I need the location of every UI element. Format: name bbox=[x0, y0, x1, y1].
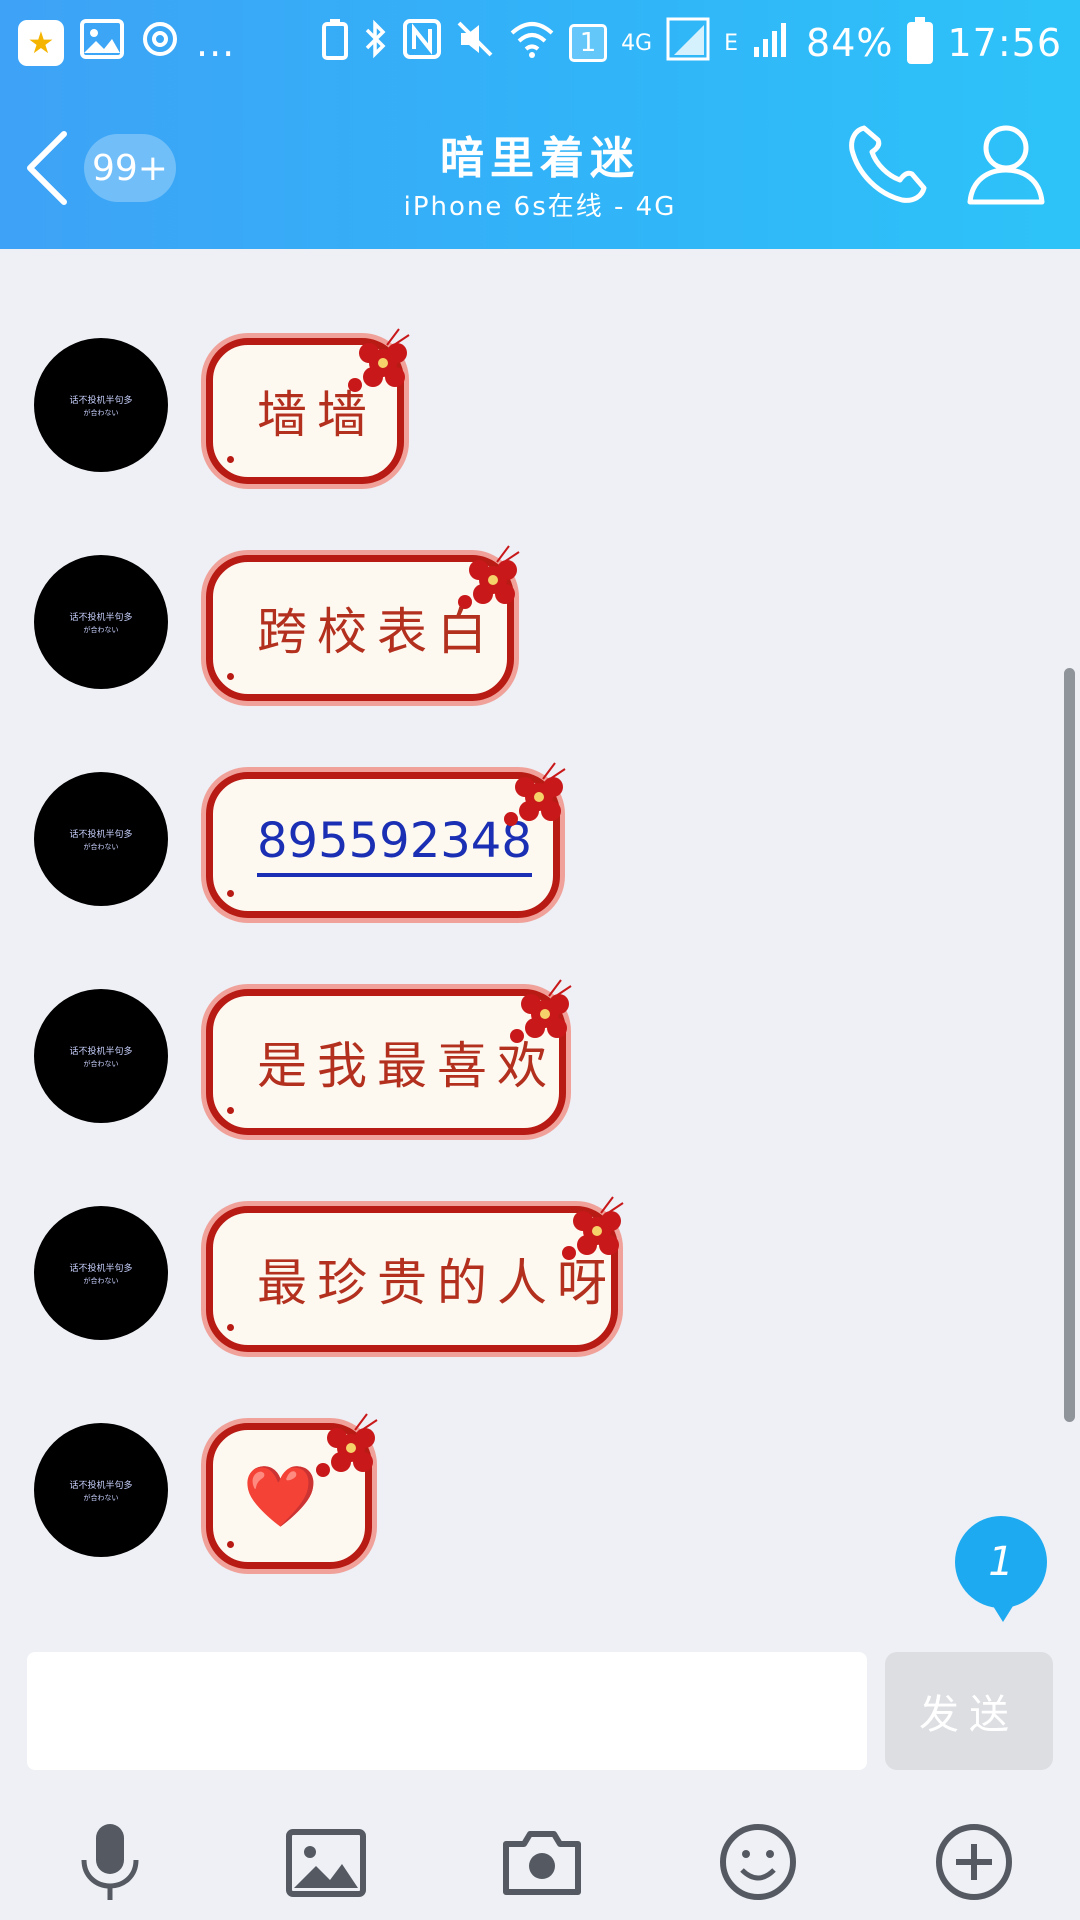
new-message-bubble[interactable]: 1 bbox=[955, 1516, 1047, 1622]
message-row: 话不投机半句多 が合わない 墙墙 bbox=[0, 328, 1080, 498]
message-row: 话不投机半句多 が合わない 最珍贵的人呀 bbox=[0, 1196, 1080, 1366]
message-row: 话不投机半句多 が合わない 是我最喜欢 bbox=[0, 979, 1080, 1149]
flower-icon bbox=[504, 762, 566, 826]
status-more: ... bbox=[196, 21, 236, 65]
phone-call-button[interactable] bbox=[846, 122, 930, 206]
avatar[interactable]: 话不投机半句多 が合わない bbox=[34, 1423, 168, 1557]
signal-icon-2 bbox=[752, 19, 792, 68]
mute-icon bbox=[455, 19, 495, 68]
nfc-icon bbox=[403, 18, 442, 68]
message-bubble[interactable]: 最珍贵的人呀 bbox=[206, 1196, 624, 1352]
message-list[interactable]: 话不投机半句多 が合わない 墙墙 话不投机半句多 が合わない 跨校表白 话不投机… bbox=[0, 249, 1080, 1649]
scrollbar[interactable] bbox=[1064, 668, 1075, 1422]
message-input[interactable] bbox=[27, 1652, 867, 1770]
send-button[interactable]: 发送 bbox=[885, 1652, 1053, 1770]
avatar[interactable]: 话不投机半句多 が合わない bbox=[34, 989, 168, 1123]
message-bubble[interactable]: 是我最喜欢 bbox=[206, 979, 572, 1135]
flower-icon bbox=[316, 1413, 378, 1477]
qzone-icon: ★ bbox=[18, 20, 64, 66]
sim-slot: 1 bbox=[569, 24, 608, 62]
clock: 17:56 bbox=[947, 21, 1062, 65]
status-bar: ★ ... 1 4G E 84% 17:56 bbox=[0, 0, 1080, 86]
avatar[interactable]: 话不投机半句多 が合わない bbox=[34, 772, 168, 906]
signal-icon bbox=[666, 17, 710, 70]
profile-button[interactable] bbox=[966, 122, 1046, 206]
microphone-icon[interactable] bbox=[68, 1820, 152, 1904]
chat-header: ★ ... 1 4G E 84% 17:56 99+ 暗里着迷 iPhone 6… bbox=[0, 0, 1080, 249]
phone-number-link[interactable]: 895592348 bbox=[257, 813, 532, 877]
flower-icon bbox=[510, 979, 572, 1043]
avatar[interactable]: 话不投机半句多 が合わない bbox=[34, 338, 168, 472]
network-type-2: E bbox=[724, 30, 739, 56]
message-row: 话不投机半句多 が合わない ❤️ bbox=[0, 1413, 1080, 1583]
battery-icon bbox=[907, 17, 934, 64]
gallery-icon bbox=[80, 18, 124, 68]
battery-saver-icon bbox=[321, 18, 349, 69]
message-bubble[interactable]: 墙墙 bbox=[206, 328, 410, 484]
input-toolbar bbox=[0, 1800, 1080, 1910]
image-icon[interactable] bbox=[284, 1820, 368, 1904]
flower-icon bbox=[562, 1196, 624, 1260]
avatar[interactable]: 话不投机半句多 が合わない bbox=[34, 555, 168, 689]
message-bubble[interactable]: ❤️ bbox=[206, 1413, 378, 1569]
wifi-icon bbox=[509, 19, 555, 68]
message-bubble[interactable]: 跨校表白 bbox=[206, 545, 520, 701]
network-type-1: 4G bbox=[621, 30, 653, 56]
message-row: 话不投机半句多 が合わない 895592348 bbox=[0, 762, 1080, 932]
message-row: 话不投机半句多 が合わない 跨校表白 bbox=[0, 545, 1080, 715]
plus-icon[interactable] bbox=[932, 1820, 1016, 1904]
flower-icon bbox=[458, 545, 520, 609]
camera-icon[interactable] bbox=[500, 1820, 584, 1904]
battery-percent: 84% bbox=[806, 21, 894, 65]
avatar[interactable]: 话不投机半句多 が合わない bbox=[34, 1206, 168, 1340]
message-bubble[interactable]: 895592348 bbox=[206, 762, 566, 918]
flower-icon bbox=[348, 328, 410, 392]
bluetooth-icon bbox=[363, 18, 389, 69]
emoji-icon[interactable] bbox=[716, 1820, 800, 1904]
sync-icon bbox=[140, 19, 180, 68]
